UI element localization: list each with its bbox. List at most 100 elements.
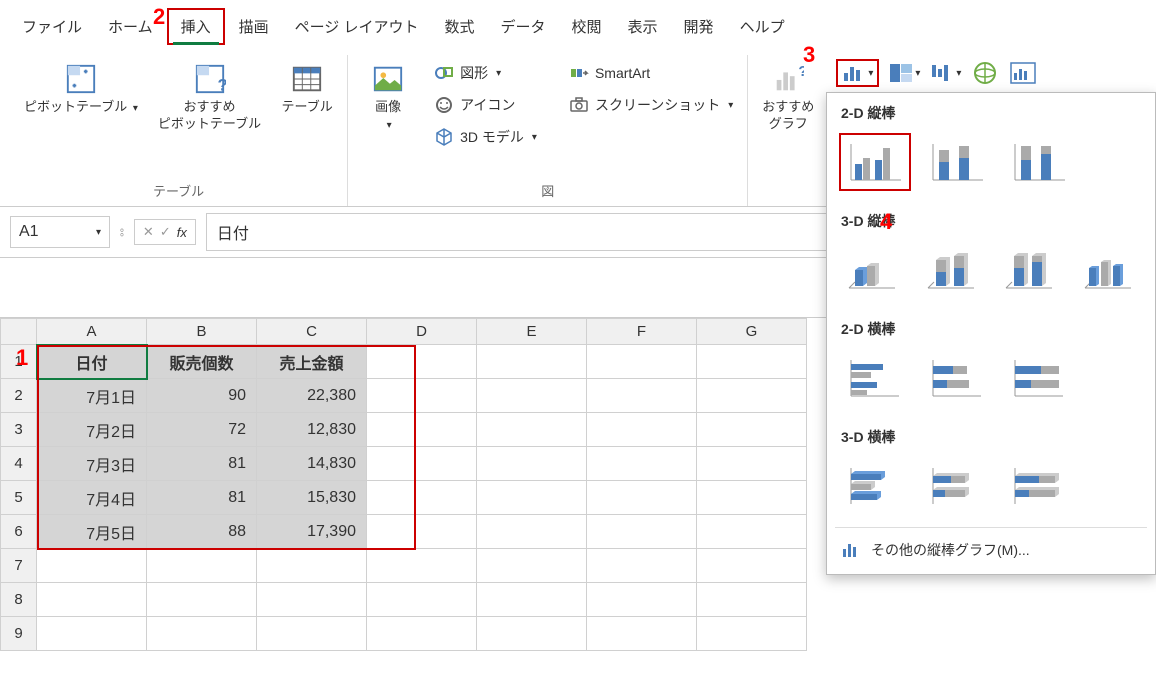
screenshot-button[interactable]: スクリーンショット ▾: [565, 93, 737, 117]
cell-G1[interactable]: [697, 345, 807, 379]
stacked-100-column-3d[interactable]: [996, 241, 1065, 299]
column-chart-button[interactable]: ▾: [836, 59, 879, 87]
cell-F3[interactable]: [587, 413, 697, 447]
cell-A2[interactable]: 7月1日: [37, 379, 147, 413]
cell-D2[interactable]: [367, 379, 477, 413]
stacked-100-bar-3d[interactable]: [1003, 457, 1075, 515]
cell-E3[interactable]: [477, 413, 587, 447]
pivot-chart-button[interactable]: [1009, 61, 1037, 85]
cell-E1[interactable]: [477, 345, 587, 379]
cell-D6[interactable]: [367, 515, 477, 549]
row-header-5[interactable]: 5: [1, 481, 37, 515]
col-header-F[interactable]: F: [587, 319, 697, 345]
namebox-expand-icon[interactable]: ⦂: [120, 224, 124, 240]
cell-F8[interactable]: [587, 583, 697, 617]
cell-F9[interactable]: [587, 617, 697, 651]
clustered-bar-2d[interactable]: [839, 349, 911, 407]
cell-D3[interactable]: [367, 413, 477, 447]
row-header-9[interactable]: 9: [1, 617, 37, 651]
menu-draw[interactable]: 描画: [227, 10, 281, 43]
row-header-7[interactable]: 7: [1, 549, 37, 583]
column-3d[interactable]: [1075, 241, 1144, 299]
cell-A8[interactable]: [37, 583, 147, 617]
clustered-bar-3d[interactable]: [839, 457, 911, 515]
cell-E7[interactable]: [477, 549, 587, 583]
cell-D7[interactable]: [367, 549, 477, 583]
cell-B7[interactable]: [147, 549, 257, 583]
cell-F2[interactable]: [587, 379, 697, 413]
menu-help[interactable]: ヘルプ: [728, 10, 797, 43]
cell-G7[interactable]: [697, 549, 807, 583]
cell-F5[interactable]: [587, 481, 697, 515]
cell-C3[interactable]: 12,830: [257, 413, 367, 447]
stacked-column-2d[interactable]: [921, 133, 993, 191]
cell-G3[interactable]: [697, 413, 807, 447]
cell-C5[interactable]: 15,830: [257, 481, 367, 515]
cell-G8[interactable]: [697, 583, 807, 617]
maps-button[interactable]: [971, 61, 999, 85]
cell-A5[interactable]: 7月4日: [37, 481, 147, 515]
cell-B8[interactable]: [147, 583, 257, 617]
cell-D1[interactable]: [367, 345, 477, 379]
cell-B3[interactable]: 72: [147, 413, 257, 447]
cell-E9[interactable]: [477, 617, 587, 651]
cell-A6[interactable]: 7月5日: [37, 515, 147, 549]
cell-G5[interactable]: [697, 481, 807, 515]
row-header-2[interactable]: 2: [1, 379, 37, 413]
cell-E6[interactable]: [477, 515, 587, 549]
smartart-button[interactable]: SmartArt: [565, 61, 737, 85]
name-box[interactable]: A1 ▾: [10, 216, 110, 248]
cell-D4[interactable]: [367, 447, 477, 481]
row-header-3[interactable]: 3: [1, 413, 37, 447]
enter-icon[interactable]: ✓: [160, 224, 171, 240]
stacked-column-3d[interactable]: [918, 241, 987, 299]
recommended-charts-button[interactable]: ? おすすめ グラフ: [758, 59, 818, 137]
col-header-A[interactable]: A: [37, 319, 147, 345]
clustered-column-3d[interactable]: [839, 241, 908, 299]
cell-B2[interactable]: 90: [147, 379, 257, 413]
cell-A4[interactable]: 7月3日: [37, 447, 147, 481]
cancel-icon[interactable]: ✕: [143, 224, 154, 240]
cell-E8[interactable]: [477, 583, 587, 617]
cell-C6[interactable]: 17,390: [257, 515, 367, 549]
menu-file[interactable]: ファイル: [10, 10, 94, 43]
cell-G4[interactable]: [697, 447, 807, 481]
cell-A3[interactable]: 7月2日: [37, 413, 147, 447]
cell-E2[interactable]: [477, 379, 587, 413]
cell-D9[interactable]: [367, 617, 477, 651]
cell-A7[interactable]: [37, 549, 147, 583]
menu-insert[interactable]: 挿入: [167, 8, 225, 45]
cell-E5[interactable]: [477, 481, 587, 515]
cell-B4[interactable]: 81: [147, 447, 257, 481]
cell-B9[interactable]: [147, 617, 257, 651]
cell-G9[interactable]: [697, 617, 807, 651]
cell-F6[interactable]: [587, 515, 697, 549]
menu-page-layout[interactable]: ページ レイアウト: [283, 10, 431, 43]
menu-developer[interactable]: 開発: [672, 10, 726, 43]
sheet-grid[interactable]: ABCDEFG1日付販売個数売上金額27月1日9022,38037月2日7212…: [0, 318, 807, 651]
fx-icon[interactable]: fx: [177, 225, 187, 240]
col-header-B[interactable]: B: [147, 319, 257, 345]
menu-formulas[interactable]: 数式: [432, 10, 486, 43]
clustered-column-2d[interactable]: [839, 133, 911, 191]
pictures-button[interactable]: 画像▾: [358, 59, 418, 137]
cell-B6[interactable]: 88: [147, 515, 257, 549]
3d-models-button[interactable]: 3D モデル ▾: [430, 125, 541, 149]
icons-button[interactable]: アイコン: [430, 93, 541, 117]
row-header-4[interactable]: 4: [1, 447, 37, 481]
pivot-table-button[interactable]: ピボットテーブル ▾: [20, 59, 142, 120]
menu-data[interactable]: データ: [489, 10, 558, 43]
col-header-D[interactable]: D: [367, 319, 477, 345]
stacked-bar-3d[interactable]: [921, 457, 993, 515]
cell-B1[interactable]: 販売個数: [147, 345, 257, 379]
table-button[interactable]: テーブル: [277, 59, 337, 120]
cell-G6[interactable]: [697, 515, 807, 549]
menu-view[interactable]: 表示: [616, 10, 670, 43]
col-header-C[interactable]: C: [257, 319, 367, 345]
more-column-charts[interactable]: その他の縦棒グラフ(M)...: [827, 530, 1155, 570]
col-header-E[interactable]: E: [477, 319, 587, 345]
cell-E4[interactable]: [477, 447, 587, 481]
cell-F4[interactable]: [587, 447, 697, 481]
col-header-G[interactable]: G: [697, 319, 807, 345]
recommended-pivot-button[interactable]: ? おすすめ ピボットテーブル: [154, 59, 265, 137]
